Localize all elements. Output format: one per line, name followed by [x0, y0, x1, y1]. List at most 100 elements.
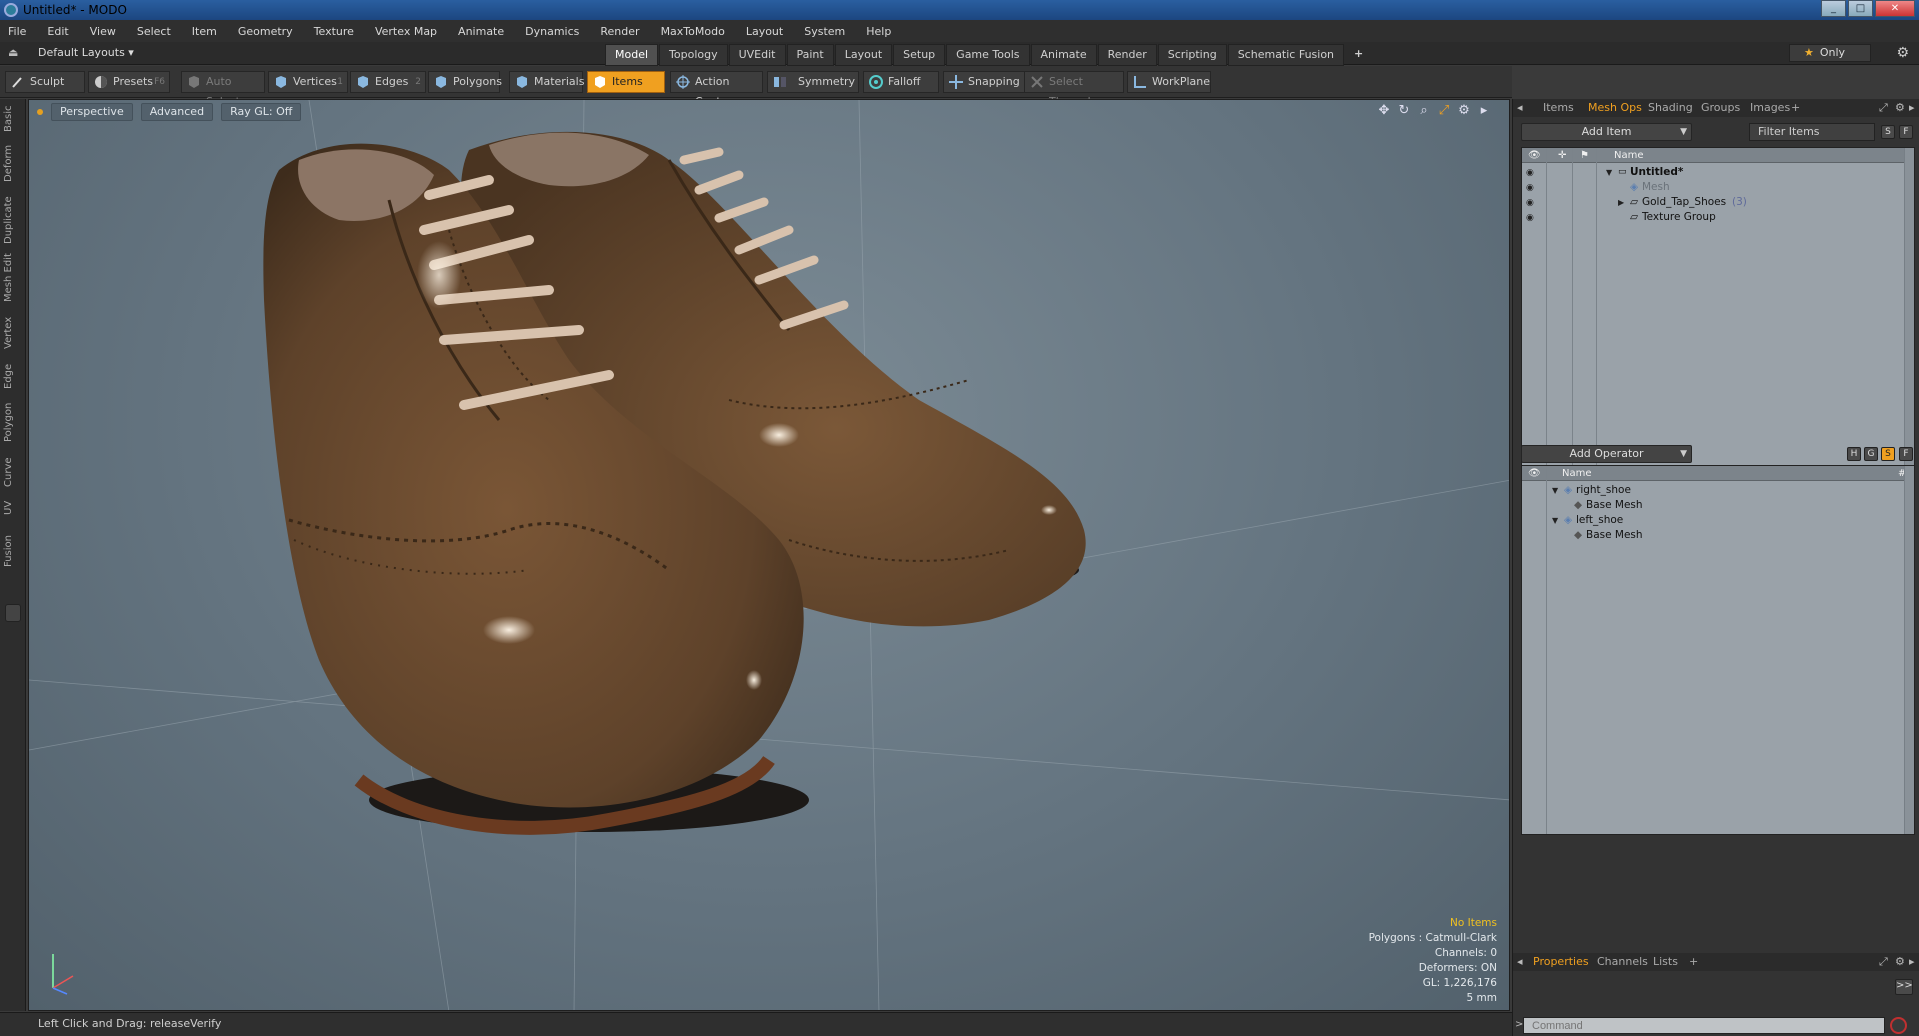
items-f-button[interactable]: F — [1899, 125, 1913, 139]
item-row-gold-tap-shoes[interactable]: ◉ ▶ ▱ Gold_Tap_Shoes (3) — [1522, 195, 1914, 210]
tab-groups[interactable]: Groups — [1701, 101, 1740, 114]
tab-mesh-ops[interactable]: Mesh Ops — [1588, 101, 1642, 114]
menu-select[interactable]: Select — [137, 25, 171, 38]
add-panel-tab-button[interactable]: + — [1791, 101, 1800, 114]
view-dropdown[interactable]: Perspective — [51, 103, 133, 121]
minimize-button[interactable]: _ — [1821, 0, 1846, 17]
collapse-arrow-icon[interactable]: ▼ — [1552, 513, 1558, 528]
eye-icon[interactable]: ◉ — [1526, 196, 1538, 208]
sculpt-button[interactable]: Sculpt — [5, 71, 85, 93]
menu-layout[interactable]: Layout — [746, 25, 783, 38]
tab-uvedit[interactable]: UVEdit — [728, 44, 786, 66]
menu-file[interactable]: File — [8, 25, 26, 38]
gear-icon[interactable]: ⚙ — [1896, 45, 1909, 61]
raygl-toggle[interactable]: Ray GL: Off — [221, 103, 302, 121]
panel-gear-icon[interactable]: ⚙ — [1895, 955, 1905, 968]
close-button[interactable]: ✕ — [1875, 0, 1915, 17]
tab-schematic-fusion[interactable]: Schematic Fusion — [1227, 44, 1345, 66]
tab-shading[interactable]: Shading — [1648, 101, 1693, 114]
edges-button[interactable]: Edges 2 — [350, 71, 426, 93]
menu-render[interactable]: Render — [600, 25, 639, 38]
command-execute-button[interactable] — [1890, 1017, 1907, 1034]
layout-dropdown[interactable]: Default Layouts ▾ — [38, 46, 134, 59]
tab-render[interactable]: Render — [1097, 44, 1157, 66]
side-tab-vertex[interactable]: Vertex — [3, 315, 23, 351]
expand-arrow-icon[interactable]: ▶ — [1618, 195, 1624, 210]
select-through-button[interactable]: Select Through — [1024, 71, 1124, 108]
menu-animate[interactable]: Animate — [458, 25, 504, 38]
side-tab-edge[interactable]: Edge — [3, 361, 23, 391]
snapping-button[interactable]: Snapping — [943, 71, 1025, 93]
collapse-arrow-icon[interactable]: ▼ — [1552, 483, 1558, 498]
tab-images[interactable]: Images — [1750, 101, 1790, 114]
add-panel-tab-button[interactable]: + — [1689, 955, 1698, 968]
tab-game-tools[interactable]: Game Tools — [946, 44, 1030, 66]
falloff-button[interactable]: Falloff — [863, 71, 939, 93]
layout-home-icon[interactable]: ⏏ — [8, 46, 20, 59]
auto-select-button[interactable]: Auto Select — [181, 71, 265, 108]
panel-menu-icon[interactable]: ◂ — [1517, 955, 1523, 968]
tab-properties[interactable]: Properties — [1533, 955, 1589, 968]
shading-dropdown[interactable]: Advanced — [140, 103, 214, 121]
menu-view[interactable]: View — [90, 25, 116, 38]
menu-help[interactable]: Help — [866, 25, 891, 38]
menu-system[interactable]: System — [804, 25, 845, 38]
properties-expand-button[interactable]: >> — [1895, 979, 1913, 995]
meshop-row-right-shoe[interactable]: ▼ ◈ right_shoe — [1522, 483, 1914, 498]
vertices-button[interactable]: Vertices 1 — [268, 71, 348, 93]
viewport-menu-dot[interactable] — [37, 109, 43, 115]
tab-model[interactable]: Model — [605, 44, 659, 66]
mesh-ops-scrollbar[interactable] — [1904, 466, 1914, 834]
panel-expand-icon[interactable]: ⤢ — [1879, 101, 1888, 115]
name-column-header[interactable]: Name — [1562, 466, 1592, 481]
menu-texture[interactable]: Texture — [314, 25, 354, 38]
eye-icon[interactable]: ◉ — [1526, 211, 1538, 223]
tab-setup[interactable]: Setup — [893, 44, 946, 66]
add-tab-button[interactable]: + — [1345, 44, 1372, 66]
collapse-arrow-icon[interactable]: ▼ — [1606, 165, 1612, 180]
meshop-row-base-mesh[interactable]: ◆ Base Mesh — [1522, 498, 1914, 513]
name-column-header[interactable]: Name — [1614, 148, 1644, 163]
palette-toggle-button[interactable] — [5, 604, 21, 622]
eye-icon[interactable]: ◉ — [1526, 181, 1538, 193]
meshops-s-button[interactable]: S — [1881, 447, 1895, 461]
command-input[interactable] — [1523, 1017, 1885, 1034]
viewport-expand-icon[interactable]: ▸ — [1475, 103, 1493, 119]
menu-geometry[interactable]: Geometry — [238, 25, 293, 38]
meshops-h-button[interactable]: H — [1847, 447, 1861, 461]
materials-button[interactable]: Materials — [509, 71, 584, 93]
menu-item[interactable]: Item — [192, 25, 217, 38]
fit-icon[interactable]: ⤢ — [1435, 103, 1453, 119]
3d-viewport[interactable]: Perspective Advanced Ray GL: Off ✥ ↻ ⌕ ⤢… — [28, 99, 1510, 1011]
item-row-untitled[interactable]: ◉ ▼ ▭ Untitled* — [1522, 165, 1914, 180]
menu-vertex-map[interactable]: Vertex Map — [375, 25, 437, 38]
symmetry-button[interactable]: Symmetry — [767, 71, 859, 93]
pan-icon[interactable]: ✥ — [1375, 103, 1393, 119]
tab-lists[interactable]: Lists — [1653, 955, 1678, 968]
tab-topology[interactable]: Topology — [659, 44, 728, 66]
meshop-row-base-mesh[interactable]: ◆ Base Mesh — [1522, 528, 1914, 543]
meshop-row-left-shoe[interactable]: ▼ ◈ left_shoe — [1522, 513, 1914, 528]
side-tab-mesh-edit[interactable]: Mesh Edit — [3, 253, 23, 303]
side-tab-curve[interactable]: Curve — [3, 455, 23, 489]
action-center-button[interactable]: Action Center — [670, 71, 763, 108]
polygons-button[interactable]: Polygons — [428, 71, 502, 93]
tab-scripting[interactable]: Scripting — [1157, 44, 1227, 66]
side-tab-uv[interactable]: UV — [3, 497, 23, 519]
item-row-mesh[interactable]: ◉ ◈ Mesh — [1522, 180, 1914, 195]
items-s-button[interactable]: S — [1881, 125, 1895, 139]
add-item-button[interactable]: Add Item ▼ — [1521, 123, 1692, 141]
eye-icon[interactable]: ◉ — [1526, 166, 1538, 178]
panel-gear-icon[interactable]: ⚙ — [1895, 101, 1905, 114]
tab-paint[interactable]: Paint — [786, 44, 834, 66]
panel-menu-icon[interactable]: ◂ — [1517, 101, 1523, 114]
item-row-texture-group[interactable]: ◉ ▱ Texture Group — [1522, 210, 1914, 225]
zoom-icon[interactable]: ⌕ — [1415, 103, 1433, 119]
tab-items[interactable]: Items — [1543, 101, 1574, 114]
workplane-button[interactable]: WorkPlane — [1127, 71, 1211, 93]
add-operator-button[interactable]: Add Operator ▼ — [1521, 445, 1692, 463]
meshops-g-button[interactable]: G — [1864, 447, 1878, 461]
panel-arrow-icon[interactable]: ▸ — [1909, 101, 1915, 114]
side-tab-basic[interactable]: Basic — [3, 103, 23, 135]
side-tab-polygon[interactable]: Polygon — [3, 399, 23, 445]
